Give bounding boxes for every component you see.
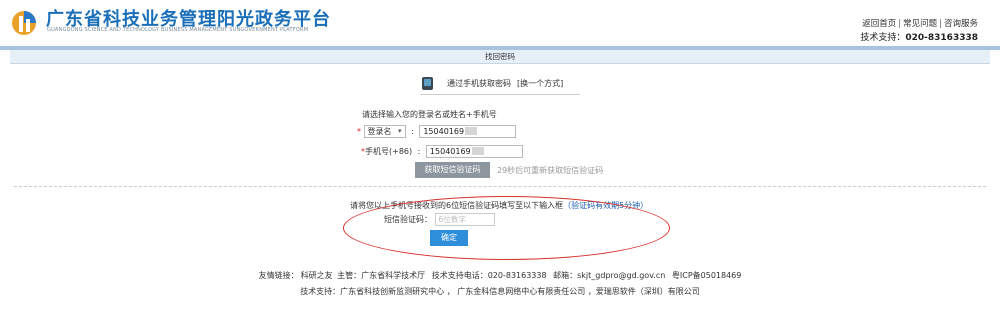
footer-hotline: 技术支持电话：020-83163338 [431,271,547,280]
support-phone: 020-83163338 [905,33,978,43]
confirm-button[interactable]: 确定 [430,230,468,246]
form-divider [14,186,986,187]
phone-input[interactable]: 15040169 [425,145,523,158]
footer-sponsor: 主管：广东省科学技术厅 [337,271,426,280]
footer-support: 技术支持：广东省科技创新监测研究中心 ， 广东金科信息网络中心有限责任公司 ，爱… [300,287,700,296]
switch-method-link[interactable]: [换一个方式] [517,79,563,88]
method-underline [420,94,580,95]
section-title: 找回密码 [10,50,990,64]
friend-links-label: 友情链接： [258,271,299,280]
recovery-method: 通过手机获取密码 [换一个方式] [422,77,563,90]
footer-info: 友情链接： 科研之友 主管：广东省科学技术厅 技术支持电话：020-8316333… [0,270,1000,281]
friend-link[interactable]: 科研之友 [301,271,333,280]
consult-link[interactable]: 咨询服务 [944,19,978,29]
site-logo-icon [12,11,36,35]
account-row: * 登录名 ▾ : 15040169 [357,125,517,138]
home-link[interactable]: 返回首页 [862,19,896,29]
faq-link[interactable]: 常见问题 [903,19,937,29]
page: 广东省科技业务管理阳光政务平台 GUANGDONG SCIENCE AND TE… [0,0,1000,331]
footer-icp: 粤ICP备05018469 [671,271,742,280]
sms-code-input[interactable]: 6位数字 [434,213,495,226]
code-row: 短信验证码： 6位数字 [384,213,495,226]
account-type-select[interactable]: 登录名 ▾ [363,125,406,138]
phone-label: 手机号(+86) [365,147,413,156]
account-input[interactable]: 15040169 [419,125,517,138]
site-subtitle: GUANGDONG SCIENCE AND TECHNOLOGY BUSINES… [47,27,309,33]
resend-countdown: 29秒后可重新获取短信验证码 [497,166,604,175]
form-hint: 请选择输入您的登录名或姓名+手机号 [362,110,497,119]
mobile-phone-icon [422,77,433,90]
top-links: 返回首页 | 常见问题 | 咨询服务 [862,19,978,29]
code-label: 短信验证码： [384,215,432,224]
chevron-down-icon: ▾ [398,127,402,135]
required-mark: * [357,127,361,136]
header-support: 技术支持：020-83163338 [860,30,978,43]
get-sms-code-button[interactable]: 获取短信验证码 [415,162,490,178]
phone-row: *手机号(+86) : 15040169 [361,145,523,158]
method-label: 通过手机获取密码 [447,79,511,88]
support-label: 技术支持： [860,33,906,43]
validity-note: （验证码有效期5分钟） [563,201,649,210]
footer-email: 邮箱：skjt_gdpro@gd.gov.cn [553,271,666,280]
site-header: 广东省科技业务管理阳光政务平台 GUANGDONG SCIENCE AND TE… [0,0,1000,46]
verify-instruction: 请将您以上手机号接收到的6位短信验证码填写至以下输入框（验证码有效期5分钟） [350,201,649,210]
